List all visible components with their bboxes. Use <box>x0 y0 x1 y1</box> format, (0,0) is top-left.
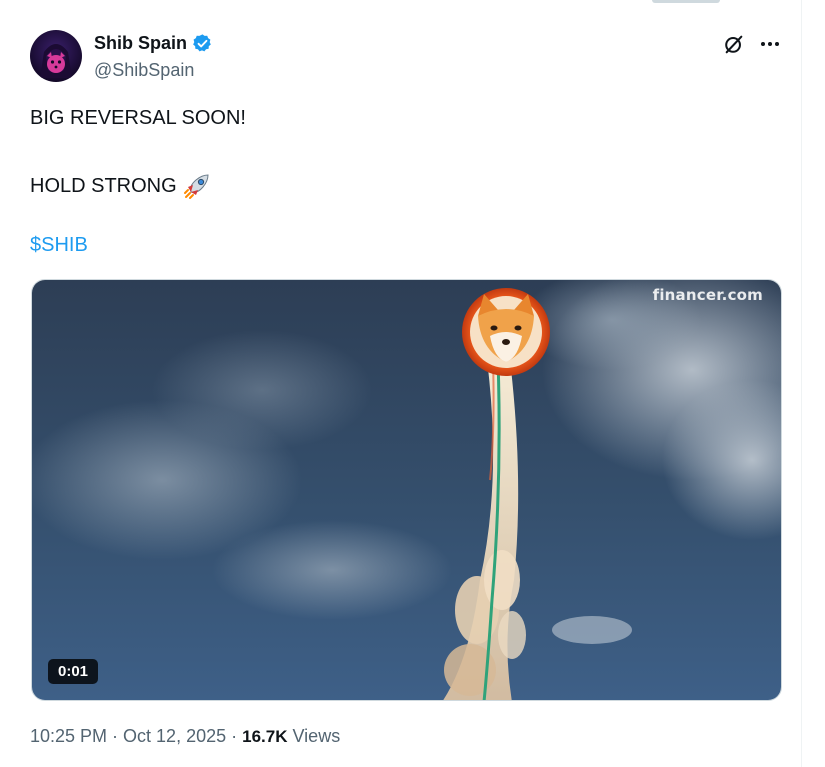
verified-badge-icon[interactable] <box>192 33 213 54</box>
rocket-icon <box>183 172 211 200</box>
tweet-time[interactable]: 10:25 PM <box>30 726 107 746</box>
video-duration-badge: 0:01 <box>48 659 99 684</box>
top-tab-indicator <box>652 0 720 3</box>
author-handle[interactable]: @ShibSpain <box>94 60 194 81</box>
tweet-meta: 10:25 PM · Oct 12, 2025 · 16.7K Views <box>30 726 340 747</box>
video-player[interactable]: financer.com 0:01 <box>31 279 782 701</box>
views-label: Views <box>287 726 341 746</box>
tweet-text-line-2: HOLD STRONG <box>30 172 211 200</box>
hashtag-link[interactable]: $SHIB <box>30 234 88 257</box>
meta-separator: · <box>107 726 124 746</box>
tweet-date[interactable]: Oct 12, 2025 <box>123 726 226 746</box>
masked-shiba-avatar-icon <box>30 30 82 82</box>
meta-separator: · <box>226 726 243 746</box>
author-name-row[interactable]: Shib Spain <box>94 33 213 54</box>
shiba-coin-rocket-icon <box>32 280 781 700</box>
tweet-text-line-1: BIG REVERSAL SOON! <box>30 107 246 129</box>
grok-icon[interactable] <box>723 33 745 55</box>
avatar[interactable] <box>30 30 82 82</box>
more-dots-icon[interactable] <box>758 33 782 55</box>
tweet-text-line-2-label: HOLD STRONG <box>30 174 177 197</box>
views-count: 16.7K <box>242 727 288 746</box>
author-display-name[interactable]: Shib Spain <box>94 33 187 54</box>
watermark: financer.com <box>652 286 763 304</box>
